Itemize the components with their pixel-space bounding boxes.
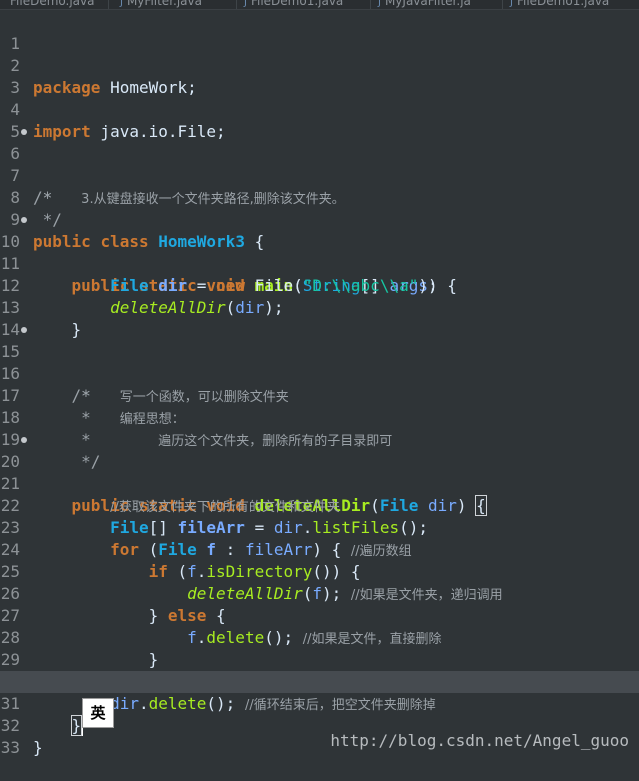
fold-toggle-icon[interactable]: [21, 437, 27, 443]
code-editor[interactable]: 1 2 package HomeWork; 3 4 import java.io…: [0, 11, 639, 762]
tab-filedemo[interactable]: FileDemo.java: [10, 0, 94, 9]
tab-myjavafilter[interactable]: J MyJavaFilter.ja: [378, 0, 471, 9]
code-line: 28 }: [0, 605, 639, 669]
code-line: 27 f.delete(); //如果是文件，直接删除: [0, 583, 639, 647]
ime-language-indicator[interactable]: 英: [82, 698, 114, 728]
java-file-icon: J: [244, 0, 247, 8]
code-line: 11 File dir = new File("D:\\abc\\a");: [0, 231, 639, 295]
blog-watermark: http://blog.csdn.net/Angel_guoo: [330, 731, 629, 750]
code-line: 20 public static void deleteAllDir(File …: [0, 429, 639, 516]
code-line: 17 * 编程思想：: [0, 363, 639, 427]
code-line: 5: [0, 99, 639, 141]
code-line: 25 deleteAllDir(f); //如果是文件夹，递归调用: [0, 539, 639, 603]
tab-myfilter[interactable]: J MyFilter.java: [120, 0, 202, 9]
code-line: 1: [0, 11, 639, 53]
code-line: 26 } else {: [0, 561, 639, 625]
code-line: 14: [0, 297, 639, 339]
java-file-icon: J: [378, 0, 381, 8]
editor-tab-bar: FileDemo.java J MyFilter.java J FileDemo1.…: [0, 0, 639, 10]
tab-filedemo1[interactable]: J FileDemo1.java: [244, 0, 343, 9]
code-line: 23 for (File f : fileArr) { //遍历数组: [0, 495, 639, 559]
current-line: 31 }: [0, 671, 639, 736]
code-line: 6 /*: [0, 121, 639, 207]
tab-separator: [108, 0, 109, 9]
line-number: 33: [0, 738, 20, 757]
code-line: 30 dir.delete(); //循环结束后，把空文件夹删除掉: [0, 649, 639, 713]
fold-toggle-icon[interactable]: [21, 217, 27, 223]
code-line: 9 public class HomeWork3 {: [0, 187, 639, 251]
tab-separator: [236, 0, 237, 9]
code-line: 4 import java.io.File;: [0, 77, 639, 141]
code-line: 3: [0, 55, 639, 97]
code-line: 13 }: [0, 275, 639, 339]
code-line: 21 //获取该文件夹下的所有的文件和文件夹: [0, 451, 639, 515]
code-line: 7 * 3.从键盘接收一个文件夹路径,删除该文件夹。: [0, 143, 639, 207]
fold-toggle-icon[interactable]: [21, 129, 27, 135]
tab-separator: [502, 0, 503, 9]
tab-filedemo1-active[interactable]: J FileDemo1.java: [510, 0, 609, 9]
code-line: 8 */: [0, 165, 639, 229]
code-line: 10 public static void main(String[] args…: [0, 209, 639, 295]
code-line: 2 package HomeWork;: [0, 33, 639, 97]
code-line: 16 * 写一个函数，可以删除文件夹: [0, 341, 639, 405]
code-line: 18 * 遍历这个文件夹，删除所有的子目录即可: [0, 385, 639, 449]
code-line: 12 deleteAllDir(dir);: [0, 253, 639, 317]
code-line: 19 */: [0, 407, 639, 471]
code-line: 29 }: [0, 627, 639, 691]
java-file-icon: J: [120, 0, 123, 8]
java-file-icon: J: [510, 0, 513, 8]
code-line: 24 if (f.isDirectory()) {: [0, 517, 639, 581]
code-line: 15 /*: [0, 319, 639, 405]
fold-toggle-icon[interactable]: [21, 327, 27, 333]
tab-separator: [370, 0, 371, 9]
code-line: 22 File[] fileArr = dir.listFiles();: [0, 473, 639, 537]
